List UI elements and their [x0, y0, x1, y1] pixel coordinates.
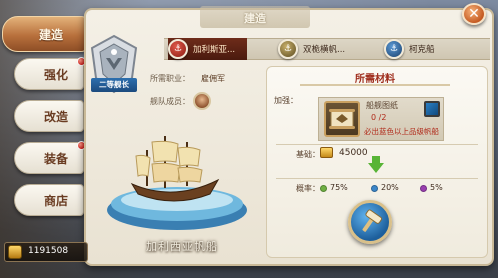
ship-option-label: 加利斯亚...	[193, 45, 236, 55]
panel-title: 建造	[244, 12, 266, 25]
crew-label: 舰队成员：	[150, 97, 190, 106]
gem-slot[interactable]	[424, 101, 440, 117]
close-button[interactable]: ✕	[462, 3, 486, 25]
enhance-label: 加强：	[274, 96, 298, 105]
rate-green-value: 75%	[330, 183, 348, 192]
rate-blue-dot	[371, 185, 378, 192]
galleon-icon: ⚓	[168, 39, 188, 59]
tab-build[interactable]: 建造	[2, 16, 86, 52]
galleon-ship-icon	[130, 136, 220, 202]
base-cost-value: 45000	[339, 148, 368, 158]
build-confirm-button[interactable]	[348, 200, 392, 244]
tab-refit-label: 改造	[43, 109, 68, 124]
rate-purple-value: 5%	[430, 183, 443, 192]
rate-purple-dot	[420, 185, 427, 192]
material-count: 0 /2	[371, 113, 387, 122]
tab-shop-label: 商店	[43, 193, 68, 208]
divider	[276, 144, 478, 145]
job-value: 雇佣军	[201, 74, 225, 83]
material-name: 船舰图纸	[366, 101, 398, 110]
arrow-down-icon-head	[368, 163, 384, 173]
brig-icon: ⚓	[278, 39, 298, 59]
currency-value: 1191508	[28, 246, 69, 256]
job-label: 所需职业：	[150, 74, 190, 83]
close-icon: ✕	[468, 6, 480, 22]
tab-enhance[interactable]: 强化	[14, 57, 86, 90]
crew-avatar[interactable]	[193, 92, 211, 110]
coin-icon	[8, 245, 22, 259]
tab-refit[interactable]: 改造	[14, 100, 84, 132]
material-note: 必出蓝色以上品级帆船	[364, 127, 439, 136]
tab-shop[interactable]: 商店	[14, 184, 84, 216]
rate-green-dot	[320, 185, 327, 192]
ship-option-galleon[interactable]: ⚓ 加利斯亚...	[168, 38, 248, 60]
rate-label: 概率：	[296, 184, 320, 193]
blueprint-scroll-icon[interactable]	[324, 101, 360, 137]
tab-enhance-label: 强化	[43, 67, 68, 82]
tab-equipment-label: 装备	[43, 151, 68, 166]
scroll-icon	[329, 109, 355, 129]
divider	[276, 178, 478, 179]
rate-blue-value: 20%	[381, 183, 399, 192]
rank-ribbon: 二等舰长	[91, 78, 137, 92]
hammer-icon	[362, 209, 383, 232]
base-cost-label: 基础：	[296, 150, 320, 159]
ship-option-label: 柯克船	[409, 45, 435, 55]
materials-header: 所需材料	[300, 70, 450, 86]
tab-build-label: 建造	[38, 27, 63, 42]
ship-name: 加利西亚帆船	[146, 240, 218, 253]
ship-option-brig[interactable]: ⚓ 双桅横帆...	[278, 38, 345, 60]
tab-equipment[interactable]: 装备	[14, 141, 86, 174]
ship-option-cog[interactable]: ⚓ 柯克船	[384, 38, 435, 60]
cog-ship-icon: ⚓	[384, 39, 404, 59]
gold-icon	[320, 147, 333, 158]
ship-option-label: 双桅横帆...	[303, 45, 346, 55]
